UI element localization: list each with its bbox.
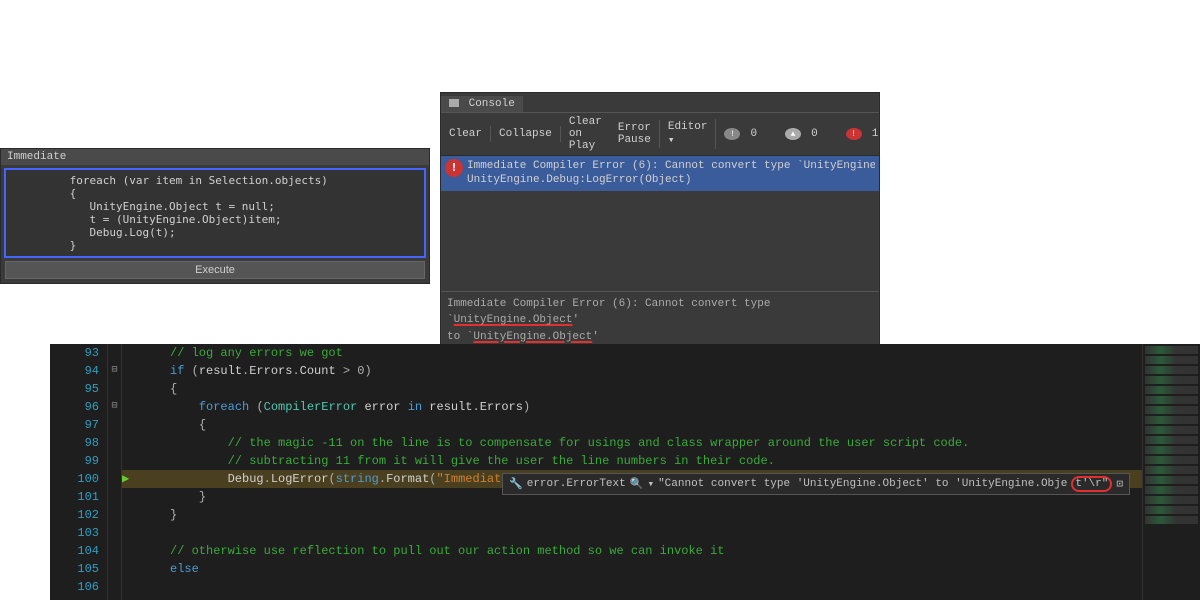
line-number: 104 — [50, 542, 107, 560]
execute-button[interactable]: Execute — [5, 261, 425, 279]
console-counts: ! 0 ▲ 0 ! 1 — [716, 124, 898, 144]
console-editor-dropdown[interactable]: Editor ▾ — [660, 119, 717, 149]
detail-line-1: Immediate Compiler Error (6): Cannot con… — [447, 296, 873, 329]
line-number: 106 — [50, 578, 107, 596]
console-tab[interactable]: Console — [441, 96, 523, 112]
code-editor[interactable]: 93 94 95 96 97 98 99 100 101 102 103 104… — [50, 344, 1200, 600]
entry-line-1: Immediate Compiler Error (6): Cannot con… — [467, 159, 875, 173]
detail-line-2: to `UnityEngine.Object' — [447, 329, 873, 346]
line-number: 101 — [50, 488, 107, 506]
error-count: 1 — [864, 126, 887, 142]
immediate-window: Immediate foreach (var item in Selection… — [0, 148, 430, 284]
line-number: 94 — [50, 362, 107, 380]
line-number: 96 — [50, 398, 107, 416]
console-log-entry[interactable]: ! Immediate Compiler Error (6): Cannot c… — [441, 156, 879, 191]
line-number: 95 — [50, 380, 107, 398]
tooltip-expression: error.ErrorText — [527, 478, 626, 490]
entry-line-2: UnityEngine.Debug:LogError(Object) — [467, 173, 875, 187]
wrench-icon: 🔧 — [509, 477, 523, 491]
line-number-gutter: 93 94 95 96 97 98 99 100 101 102 103 104… — [50, 344, 108, 600]
immediate-code-text: foreach (var item in Selection.objects) … — [10, 174, 420, 252]
immediate-title: Immediate — [1, 149, 429, 165]
info-icon: ! — [724, 128, 740, 140]
error-icon: ! — [846, 128, 862, 140]
console-tab-label: Console — [469, 98, 515, 110]
console-collapse-button[interactable]: Collapse — [491, 126, 561, 142]
code-content[interactable]: // log any errors we got if (result.Erro… — [122, 344, 1142, 600]
console-error-pause-button[interactable]: Error Pause — [610, 120, 660, 148]
console-clear-on-play-button[interactable]: Clear on Play — [561, 114, 610, 154]
minimap[interactable] — [1142, 344, 1200, 600]
panel-icon — [449, 99, 459, 107]
tooltip-value-highlight: t'\r" — [1071, 476, 1112, 492]
console-error-toggle[interactable]: ! 1 — [838, 124, 895, 144]
console-entry-text: Immediate Compiler Error (6): Cannot con… — [467, 159, 875, 188]
tooltip-value: "Cannot convert type 'UnityEngine.Object… — [658, 478, 1067, 490]
pin-icon[interactable]: ⊡ — [1116, 477, 1123, 491]
dropdown-icon[interactable]: ▾ — [647, 477, 654, 491]
console-tabbar: Console — [441, 93, 879, 112]
error-icon: ! — [445, 159, 463, 177]
line-number: 102 — [50, 506, 107, 524]
line-number: 100 — [50, 470, 107, 488]
console-log-area[interactable] — [441, 191, 879, 291]
line-number: 93 — [50, 344, 107, 362]
fold-toggle[interactable]: ⊟ — [108, 362, 121, 380]
execution-pointer-icon: ▶ — [122, 470, 129, 488]
warn-count: 0 — [803, 126, 826, 142]
fold-toggle[interactable]: ⊟ — [108, 398, 121, 416]
info-count: 0 — [742, 126, 765, 142]
console-info-toggle[interactable]: ! 0 — [716, 124, 773, 144]
magnifier-icon: 🔍 — [630, 477, 644, 491]
line-number: 103 — [50, 524, 107, 542]
line-number: 98 — [50, 434, 107, 452]
debug-value-tooltip: 🔧 error.ErrorText 🔍 ▾ "Cannot convert ty… — [502, 473, 1130, 495]
console-clear-button[interactable]: Clear — [441, 126, 491, 142]
fold-gutter: ⊟ ⊟ — [108, 344, 122, 600]
console-warn-toggle[interactable]: ▲ 0 — [777, 124, 834, 144]
warning-icon: ▲ — [785, 128, 801, 140]
line-number: 105 — [50, 560, 107, 578]
console-toolbar: Clear Collapse Clear on Play Error Pause… — [441, 112, 879, 156]
line-number: 99 — [50, 452, 107, 470]
line-number: 97 — [50, 416, 107, 434]
immediate-code-input[interactable]: foreach (var item in Selection.objects) … — [4, 168, 426, 258]
